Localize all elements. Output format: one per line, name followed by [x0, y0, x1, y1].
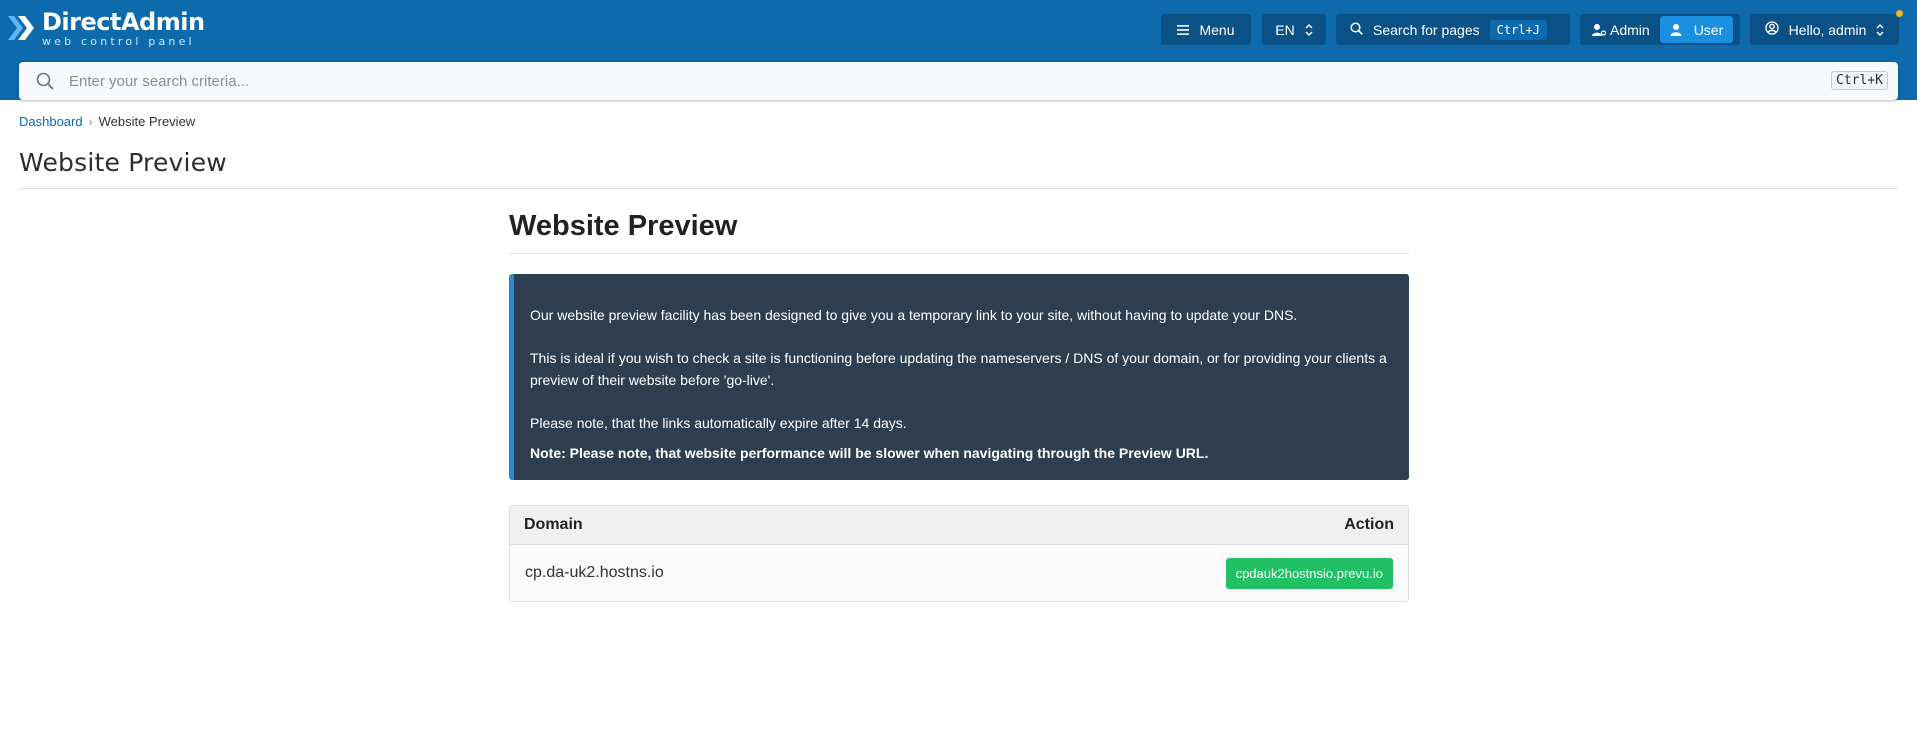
breadcrumb: Dashboard › Website Preview — [19, 114, 195, 129]
table-header: Domain Action — [510, 506, 1408, 545]
column-header-domain: Domain — [524, 516, 583, 533]
directadmin-logo-icon — [8, 16, 34, 40]
breadcrumb-dashboard-link[interactable]: Dashboard — [19, 114, 83, 129]
role-admin-option[interactable]: Admin — [1582, 16, 1660, 43]
chevron-right-icon: › — [88, 114, 93, 129]
breadcrumb-current: Website Preview — [98, 114, 196, 129]
notice-paragraph-3: Please note, that the links automaticall… — [530, 415, 907, 431]
info-notice: Our website preview facility has been de… — [509, 274, 1409, 480]
table-row: cp.da-uk2.hostns.io cpdauk2hostnsio.prev… — [510, 545, 1408, 601]
role-user-option[interactable]: User — [1659, 16, 1734, 43]
title-divider — [19, 188, 1898, 189]
chevron-up-down-icon — [1876, 23, 1884, 36]
notification-dot — [1895, 9, 1904, 18]
role-admin-label: Admin — [1610, 21, 1650, 38]
preview-link-button[interactable]: cpdauk2hostnsio.prevu.io — [1225, 557, 1393, 589]
notice-warning: Note: Please note, that website performa… — [530, 445, 1209, 461]
role-user-label: User — [1693, 21, 1724, 38]
directadmin-logo[interactable]: DirectAdmin web control panel — [8, 6, 205, 50]
chevron-up-down-icon — [1305, 23, 1313, 36]
role-switch: Admin User — [1580, 14, 1740, 45]
greeting-label: Hello, admin — [1788, 21, 1867, 38]
search-icon — [36, 72, 54, 95]
notice-paragraph-1: Our website preview facility has been de… — [530, 307, 1298, 323]
user-circle-icon — [1764, 21, 1779, 38]
user-icon — [1670, 24, 1682, 36]
main-content: Website Preview Our website preview faci… — [509, 210, 1409, 602]
account-menu-button[interactable]: Hello, admin — [1750, 14, 1899, 45]
column-header-action: Action — [1344, 516, 1394, 533]
domain-table: Domain Action cp.da-uk2.hostns.io cpdauk… — [509, 505, 1409, 602]
menu-button[interactable]: Menu — [1161, 14, 1251, 45]
global-search-bar: Ctrl+K — [19, 62, 1898, 100]
hamburger-icon — [1177, 22, 1190, 38]
language-select[interactable]: EN — [1262, 14, 1326, 45]
domain-cell: cp.da-uk2.hostns.io — [525, 564, 664, 581]
search-input[interactable] — [69, 68, 1569, 94]
menu-label: Menu — [1199, 21, 1235, 38]
search-icon — [1350, 21, 1363, 38]
search-pages-label: Search for pages — [1373, 21, 1480, 38]
logo-title: DirectAdmin — [42, 7, 205, 36]
page-title: Website Preview — [19, 148, 227, 177]
search-shortcut-key: Ctrl+J — [1489, 19, 1547, 40]
content-heading: Website Preview — [509, 210, 1409, 254]
language-label: EN — [1275, 21, 1295, 38]
search-shortcut-key: Ctrl+K — [1831, 71, 1888, 90]
logo-subtitle: web control panel — [42, 34, 195, 48]
user-cog-icon — [1592, 24, 1606, 36]
notice-paragraph-2: This is ideal if you wish to check a sit… — [530, 350, 1387, 388]
search-pages-button[interactable]: Search for pages Ctrl+J — [1336, 14, 1570, 45]
